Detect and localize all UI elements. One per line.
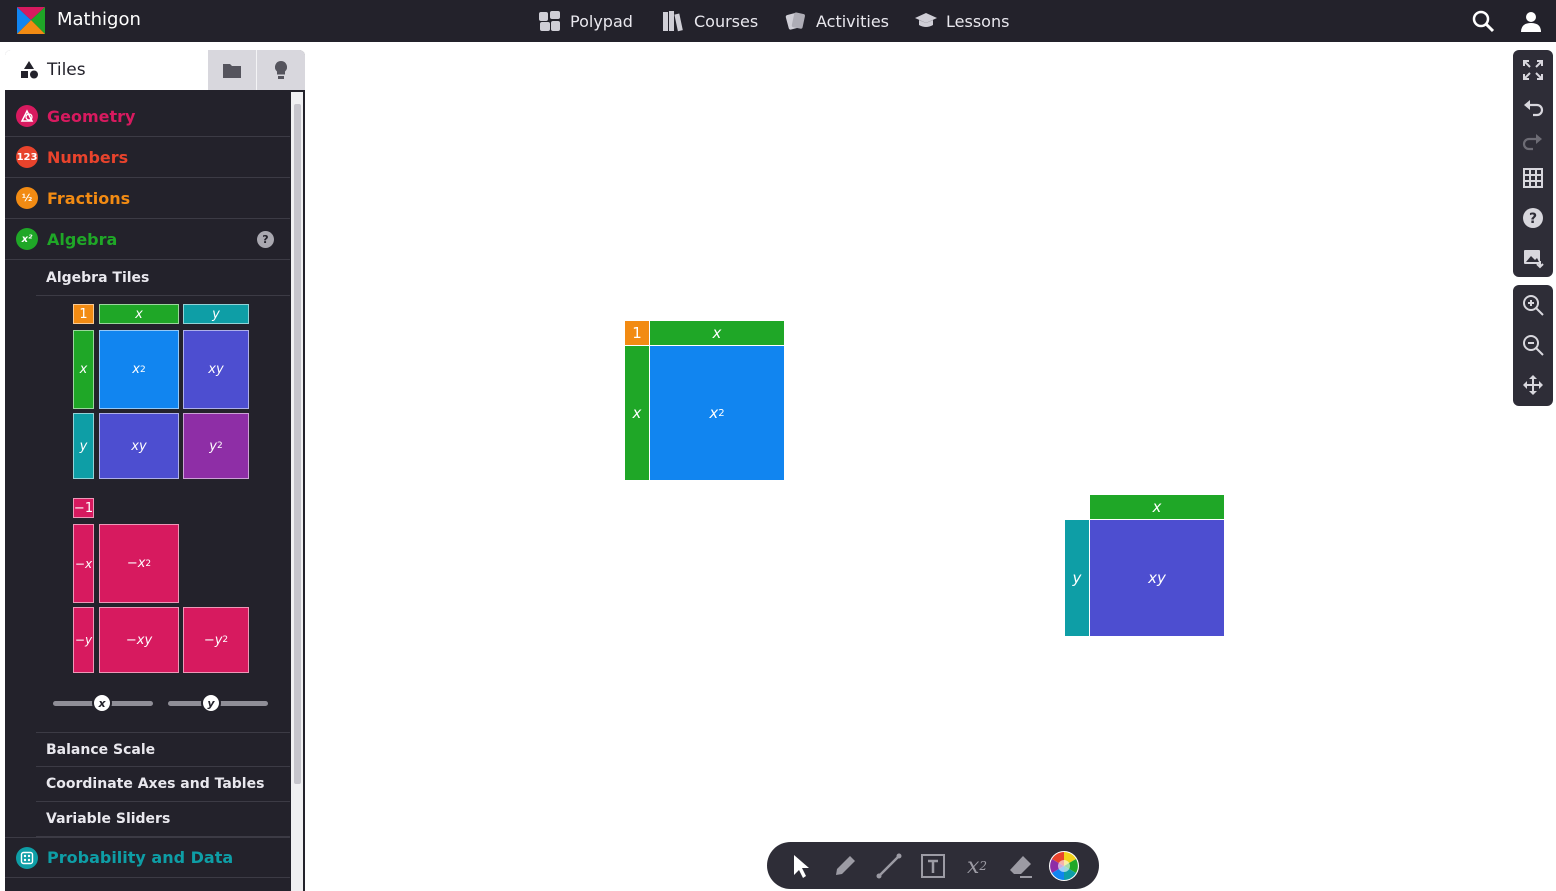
help-icon[interactable]: ? [1522, 207, 1544, 229]
tile-negative-y-squared[interactable]: −y 2 [183, 607, 249, 673]
lightbulb-icon [274, 60, 288, 79]
graduation-cap-icon [915, 13, 937, 27]
view-toolbar: ? [1513, 50, 1553, 277]
nav-label: Activities [816, 11, 889, 31]
text-box-icon[interactable] [919, 852, 947, 880]
tile-x-vertical[interactable]: x [73, 330, 94, 409]
books-icon [663, 11, 683, 32]
section-algebra-tiles[interactable]: Algebra Tiles [36, 261, 290, 296]
tab-tiles-label: Tiles [47, 60, 86, 80]
zoom-toolbar [1513, 285, 1553, 406]
nav-label: Polypad [570, 11, 633, 31]
category-label: Numbers [47, 147, 129, 167]
nav-label: Lessons [946, 11, 1010, 31]
tab-ideas[interactable] [257, 50, 305, 90]
section-coordinate-axes[interactable]: Coordinate Axes and Tables [36, 767, 290, 802]
canvas-tile-x-vertical[interactable]: x [625, 346, 649, 480]
search-icon[interactable] [1471, 9, 1495, 33]
help-icon[interactable]: ? [257, 230, 274, 248]
category-fractions[interactable]: ½ Fractions [5, 178, 290, 219]
equation-icon[interactable]: x2 [963, 852, 991, 880]
eraser-icon[interactable] [1007, 852, 1035, 880]
select-arrow-icon[interactable] [787, 852, 815, 880]
tab-library[interactable] [208, 50, 256, 90]
canvas-tile-x-horizontal[interactable]: x [1090, 495, 1224, 519]
cards-icon [785, 12, 805, 30]
user-icon[interactable] [1519, 9, 1543, 33]
folder-icon [223, 64, 241, 78]
tile-y-vertical[interactable]: y [73, 413, 94, 479]
canvas-tile-x-squared[interactable]: x2 [650, 346, 784, 480]
tile-xy[interactable]: xy [183, 330, 249, 409]
category-numbers[interactable]: 123 Numbers [5, 137, 290, 178]
nav-lessons[interactable]: Lessons [914, 9, 1009, 33]
algebra-icon: x² [16, 228, 38, 250]
fractions-icon: ½ [16, 187, 38, 209]
undo-icon[interactable] [1522, 97, 1544, 119]
tile-negative-xy[interactable]: −xy [99, 607, 179, 673]
tile-negative-one[interactable]: −1 [73, 498, 94, 518]
category-probability-and-data[interactable]: Probability and Data [5, 837, 290, 878]
nav-activities[interactable]: Activities [784, 9, 889, 33]
drawing-toolbar: x2 [767, 842, 1099, 889]
tile-x-horizontal[interactable]: x [99, 304, 179, 324]
export-image-icon[interactable] [1522, 247, 1544, 269]
nav-courses[interactable]: Courses [662, 9, 758, 33]
category-label: Fractions [47, 188, 131, 208]
geometry-icon [16, 105, 38, 127]
category-geometry[interactable]: Geometry [5, 96, 290, 137]
nav-label: Courses [694, 11, 759, 31]
zoom-in-icon[interactable] [1522, 294, 1544, 316]
sidebar-scrollbar-thumb[interactable] [294, 104, 301, 784]
dice-icon [16, 846, 38, 869]
tile-negative-y[interactable]: −y [73, 607, 94, 673]
tile-negative-x[interactable]: −x [73, 524, 94, 603]
section-balance-scale[interactable]: Balance Scale [36, 732, 290, 767]
y-slider-knob[interactable]: y [201, 693, 221, 713]
canvas-tile-y-vertical[interactable]: y [1065, 520, 1089, 636]
sidebar-tab-bar: Tiles [5, 50, 305, 90]
pan-icon[interactable] [1522, 374, 1544, 396]
canvas-tile-xy[interactable]: xy [1090, 520, 1224, 636]
zoom-out-icon[interactable] [1522, 334, 1544, 356]
tile-one[interactable]: 1 [73, 304, 94, 324]
tile-x-squared[interactable]: x2 [99, 330, 179, 409]
line-icon[interactable] [875, 852, 903, 880]
tile-negative-x-squared[interactable]: −x 2 [99, 524, 179, 603]
tile-y-horizontal[interactable]: y [183, 304, 249, 324]
polypad-icon [539, 11, 560, 31]
tab-tiles[interactable]: Tiles [5, 50, 208, 90]
section-variable-sliders[interactable]: Variable Sliders [36, 802, 290, 837]
brand-name[interactable]: Mathigon [57, 9, 141, 30]
pen-icon[interactable] [831, 852, 859, 880]
category-label: Probability and Data [47, 848, 234, 867]
shapes-icon [21, 61, 38, 79]
canvas-tile-x-horizontal[interactable]: x [650, 321, 784, 345]
tiles-sidebar: Tiles Geometry 123 Numbers ½ Fractions x… [5, 50, 305, 891]
fullscreen-icon[interactable] [1522, 59, 1544, 81]
canvas-tile-one[interactable]: 1 [625, 321, 649, 345]
numbers-icon: 123 [16, 146, 38, 168]
x-slider-knob[interactable]: x [92, 693, 112, 713]
category-label: Algebra [47, 229, 118, 249]
grid-icon[interactable] [1522, 167, 1544, 189]
category-label: Geometry [47, 106, 136, 126]
tile-xy-rotated[interactable]: xy [99, 413, 179, 479]
category-algebra[interactable]: x² Algebra ? [5, 219, 290, 260]
redo-icon[interactable] [1522, 131, 1544, 153]
nav-polypad[interactable]: Polypad [538, 9, 633, 33]
mathigon-logo-icon[interactable] [17, 7, 45, 34]
tile-y-squared[interactable]: y2 [183, 413, 249, 479]
svg-text:?: ? [1529, 211, 1537, 227]
top-navigation-bar: Mathigon Polypad Courses Activities Less… [0, 0, 1556, 42]
color-wheel-icon[interactable] [1048, 850, 1080, 882]
